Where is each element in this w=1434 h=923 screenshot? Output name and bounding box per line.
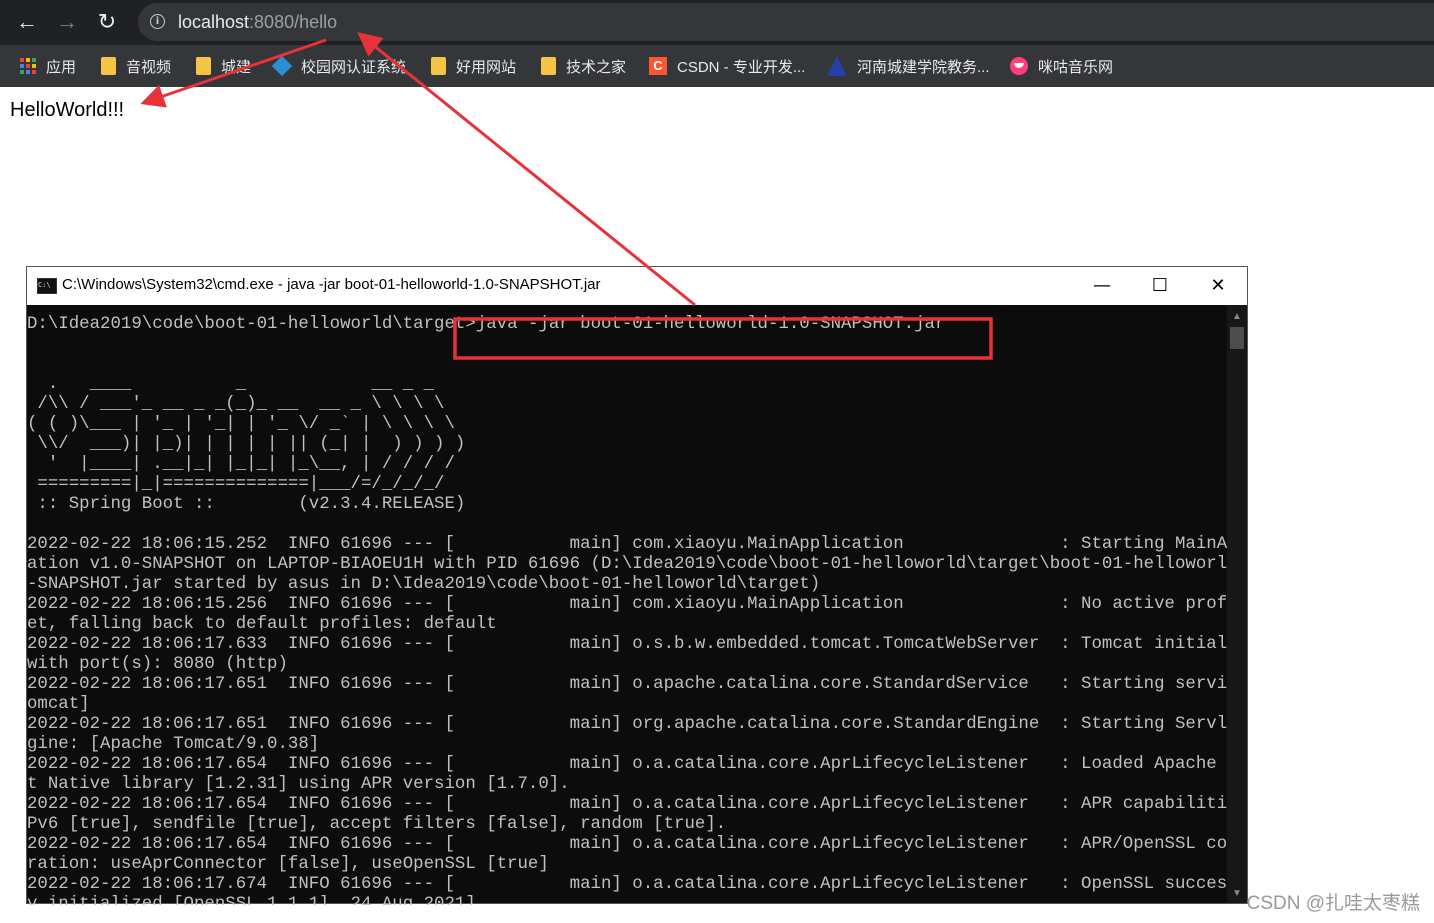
csdn-icon: C [649, 57, 667, 75]
reload-icon[interactable]: ↻ [92, 7, 122, 37]
bookmark-csdn[interactable]: C CSDN - 专业开发... [649, 45, 805, 87]
log-line: 2022-02-22 18:06:15.256 INFO 61696 --- [… [27, 595, 1227, 614]
console-scrollbar[interactable]: ▲ ▼ [1227, 305, 1247, 903]
log-line: -SNAPSHOT.jar started by asus in D:\Idea… [27, 575, 821, 594]
log-line: ration: useAprConnector [false], useOpen… [27, 855, 549, 874]
bookmark-folder-video[interactable]: 音视频 [101, 45, 171, 87]
banner-line: ( ( )\___ | '_ | '_| | '_ \/ _` | \ \ \ … [27, 415, 455, 434]
log-line: 2022-02-22 18:06:17.654 INFO 61696 --- [… [27, 755, 1227, 774]
bookmark-folder-tech[interactable]: 技术之家 [541, 45, 626, 87]
close-icon[interactable]: ✕ [1189, 267, 1247, 305]
maximize-icon[interactable]: ☐ [1131, 267, 1189, 305]
bookmark-label: 河南城建学院教务... [857, 58, 990, 76]
bookmark-folder-useful[interactable]: 好用网站 [431, 45, 516, 87]
address-bar[interactable]: i localhost:8080/hello [138, 3, 1434, 41]
bookmark-label: 城建 [221, 58, 252, 76]
log-line: with port(s): 8080 (http) [27, 655, 288, 674]
bookmark-university[interactable]: 河南城建学院教务... [827, 45, 990, 87]
log-line: et, falling back to default profiles: de… [27, 615, 497, 634]
bookmark-campus-auth[interactable]: 校园网认证系统 [271, 45, 407, 87]
url-host: localhost [178, 12, 250, 32]
minimize-icon[interactable]: — [1073, 267, 1131, 305]
command-text: java -jar boot-01-helloworld-1.0-SNAPSHO… [475, 315, 946, 334]
bookmark-label: 技术之家 [566, 58, 627, 76]
cmd-title-text: C:\Windows\System32\cmd.exe - java -jar … [62, 276, 601, 293]
bookmark-label: 咪咕音乐网 [1038, 58, 1114, 76]
console-output[interactable]: D:\Idea2019\code\boot-01-helloworld\targ… [27, 315, 1227, 905]
banner-line: /\\ / ___'_ __ _ _(_)_ __ __ _ \ \ \ \ [27, 395, 445, 414]
apps-grid-icon [20, 58, 36, 74]
bookmark-label: 校园网认证系统 [301, 58, 407, 76]
log-line: 2022-02-22 18:06:17.633 INFO 61696 --- [… [27, 635, 1227, 654]
command-line: D:\Idea2019\code\boot-01-helloworld\targ… [27, 315, 1227, 335]
scroll-down-icon[interactable]: ▼ [1232, 888, 1242, 899]
banner-line: . ____ _ __ _ _ [27, 375, 435, 394]
bookmark-folder-chengjian[interactable]: 城建 [196, 45, 251, 87]
log-line: 2022-02-22 18:06:17.654 INFO 61696 --- [… [27, 835, 1227, 854]
log-line: 2022-02-22 18:06:17.674 INFO 61696 --- [… [27, 875, 1227, 894]
globe-icon [271, 55, 293, 77]
watermark: CSDN @扎哇太枣糕 [1246, 893, 1420, 914]
banner-line: :: Spring Boot :: (v2.3.4.RELEASE) [27, 495, 466, 514]
folder-icon [196, 57, 211, 75]
university-icon [827, 56, 847, 76]
url-path: :8080/hello [249, 12, 338, 32]
log-line: gine: [Apache Tomcat/9.0.38] [27, 735, 320, 754]
bookmarks-bar: 应用 音视频 城建 校园网认证系统 好用网站 技术之家 C CSDN - 专业开… [0, 45, 1434, 87]
bookmark-migu[interactable]: 咪咕音乐网 [1010, 45, 1113, 87]
prompt: D:\Idea2019\code\boot-01-helloworld\targ… [27, 315, 476, 334]
folder-icon [541, 57, 556, 75]
log-line: 2022-02-22 18:06:15.252 INFO 61696 --- [… [27, 535, 1227, 554]
bookmark-apps[interactable]: 应用 [20, 45, 76, 87]
browser-toolbar: ← → ↻ i localhost:8080/hello [0, 0, 1434, 45]
banner-line: =========|_|==============|___/=/_/_/_/ [27, 475, 445, 494]
scroll-up-icon[interactable]: ▲ [1232, 311, 1242, 322]
folder-icon [431, 57, 446, 75]
migu-icon [1010, 57, 1028, 75]
log-line: y initialized [OpenSSL 1.1.1l 24 Aug 202… [27, 895, 476, 905]
cmd-window: C:\ C:\Windows\System32\cmd.exe - java -… [26, 266, 1248, 905]
log-line: Pv6 [true], sendfile [true], accept filt… [27, 815, 727, 834]
bookmark-label: 音视频 [126, 58, 172, 76]
bookmark-label: 好用网站 [456, 58, 517, 76]
bookmark-label: 应用 [46, 58, 77, 76]
log-line: ation v1.0-SNAPSHOT on LAPTOP-BIAOEU1H w… [27, 555, 1227, 574]
folder-icon [101, 57, 116, 75]
cmd-titlebar[interactable]: C:\ C:\Windows\System32\cmd.exe - java -… [27, 267, 1247, 305]
log-line: 2022-02-22 18:06:17.654 INFO 61696 --- [… [27, 795, 1227, 814]
log-line: omcat] [27, 695, 90, 714]
log-line: 2022-02-22 18:06:17.651 INFO 61696 --- [… [27, 715, 1227, 734]
banner-line: \\/ ___)| |_)| | | | | || (_| | ) ) ) ) [27, 435, 466, 454]
info-icon[interactable]: i [150, 14, 165, 29]
banner-line: ' |____| .__|_| |_|_| |_\__, | / / / / [27, 455, 455, 474]
arrow-left-icon[interactable]: ← [12, 7, 42, 37]
bookmark-label: CSDN - 专业开发... [677, 58, 806, 76]
cmd-app-icon: C:\ [37, 278, 57, 294]
arrow-right-icon[interactable]: → [52, 7, 82, 37]
url-text[interactable]: localhost:8080/hello [178, 11, 337, 33]
page-body-text: HelloWorld!!! [10, 99, 125, 121]
scroll-thumb[interactable] [1230, 327, 1244, 349]
log-line: 2022-02-22 18:06:17.651 INFO 61696 --- [… [27, 675, 1227, 694]
log-line: t Native library [1.2.31] using APR vers… [27, 775, 570, 794]
